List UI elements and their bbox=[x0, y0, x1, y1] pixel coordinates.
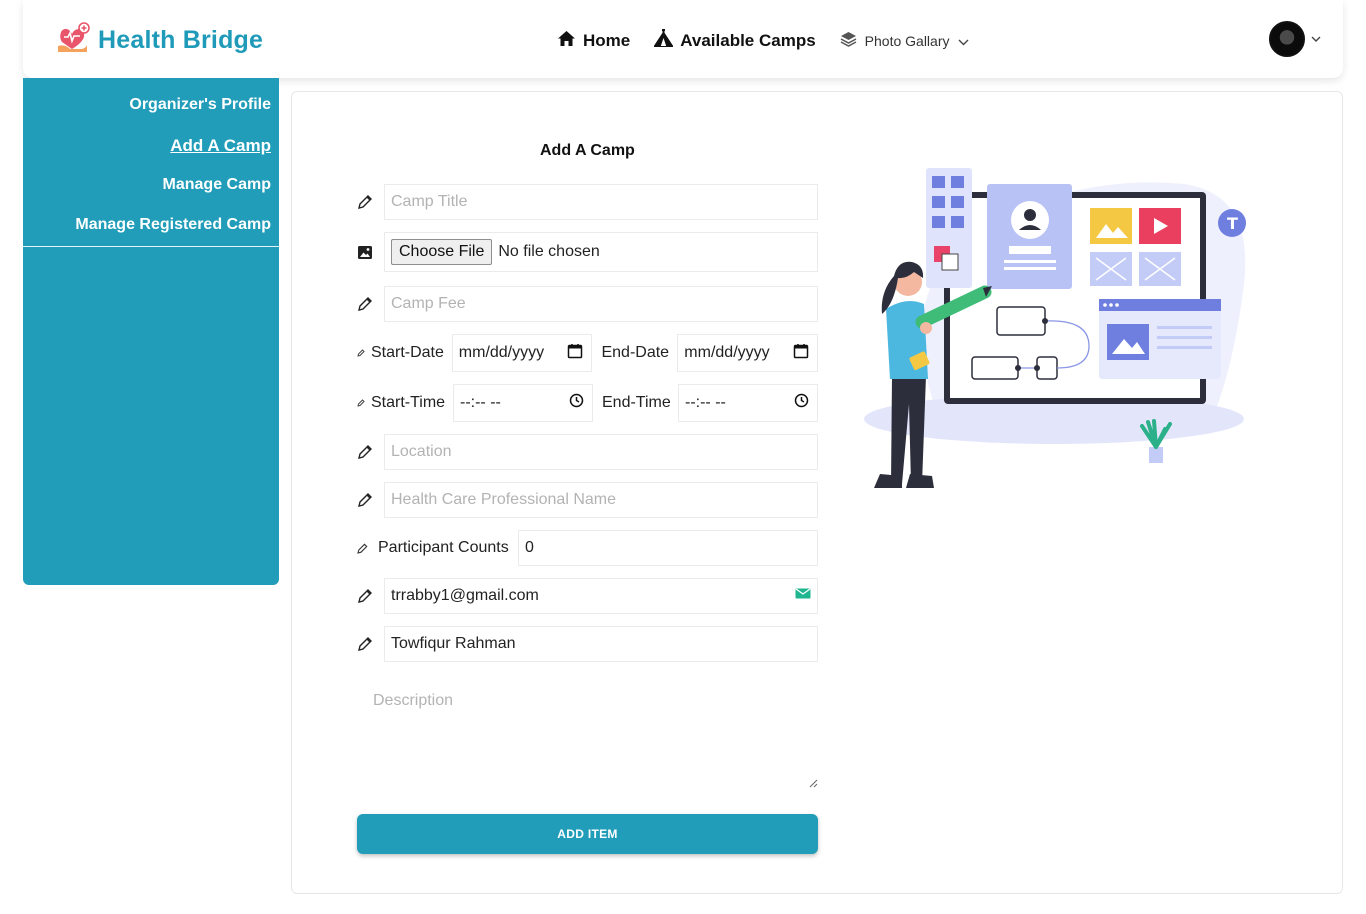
camp-fee-input[interactable]: Camp Fee bbox=[384, 286, 818, 322]
brand[interactable]: Health Bridge bbox=[56, 22, 263, 59]
nav-available-camps[interactable]: Available Camps bbox=[653, 29, 816, 52]
add-item-button[interactable]: ADD ITEM bbox=[357, 814, 818, 854]
svg-text:T: T bbox=[1227, 214, 1238, 233]
image-icon bbox=[357, 245, 384, 260]
camp-title-placeholder: Camp Title bbox=[391, 193, 468, 210]
camp-title-row: Camp Title bbox=[357, 184, 818, 220]
sidebar-item-add-a-camp[interactable]: Add A Camp bbox=[170, 136, 271, 156]
camp-image-file-input[interactable]: Choose File No file chosen bbox=[384, 232, 818, 272]
clock-icon[interactable] bbox=[569, 393, 584, 413]
camp-fee-placeholder: Camp Fee bbox=[391, 295, 466, 312]
camp-image-row: Choose File No file chosen bbox=[357, 232, 818, 272]
professional-row: Health Care Professional Name bbox=[357, 482, 818, 518]
professional-placeholder: Health Care Professional Name bbox=[391, 491, 616, 508]
end-time-value: --:-- -- bbox=[685, 394, 726, 411]
description-textarea[interactable]: Description bbox=[357, 683, 818, 795]
pencil-icon bbox=[357, 636, 384, 652]
sidebar-divider bbox=[23, 246, 279, 247]
file-status: No file chosen bbox=[498, 243, 600, 260]
location-placeholder: Location bbox=[391, 443, 452, 460]
calendar-icon[interactable] bbox=[567, 343, 583, 364]
start-time-input[interactable]: --:-- -- bbox=[453, 384, 593, 422]
home-icon bbox=[557, 30, 576, 52]
user-menu[interactable] bbox=[1269, 21, 1321, 57]
nav-photo-gallery-dropdown[interactable]: Photo Gallary bbox=[840, 31, 969, 50]
start-date-input[interactable]: mm/dd/yyyy bbox=[451, 334, 593, 372]
end-time-input[interactable]: --:-- -- bbox=[678, 384, 818, 422]
email-field[interactable]: trrabby1@gmail.com bbox=[384, 578, 818, 614]
time-row: Start-Time --:-- -- End-Time --:-- -- bbox=[357, 384, 818, 422]
dashboard-sidebar: Organizer's Profile Add A Camp Manage Ca… bbox=[23, 78, 279, 585]
start-date-value: mm/dd/yyyy bbox=[458, 344, 545, 361]
form-title: Add A Camp bbox=[540, 142, 635, 159]
start-time-label: Start-Time bbox=[371, 394, 446, 411]
health-care-professional-input[interactable]: Health Care Professional Name bbox=[384, 482, 818, 518]
sidebar-item-manage-registered-camp[interactable]: Manage Registered Camp bbox=[75, 216, 271, 234]
choose-file-button[interactable]: Choose File bbox=[391, 239, 493, 265]
pencil-icon bbox=[357, 444, 384, 460]
camp-title-input[interactable]: Camp Title bbox=[384, 184, 818, 220]
location-row: Location bbox=[357, 434, 818, 470]
add-camp-card: Add A Camp Camp Title Choose File No fil… bbox=[291, 91, 1343, 894]
start-time-value: --:-- -- bbox=[460, 394, 501, 411]
layers-icon bbox=[840, 31, 857, 50]
pencil-icon bbox=[357, 492, 384, 508]
nav-photo-gallery-label: Photo Gallary bbox=[864, 32, 950, 49]
description-placeholder: Description bbox=[373, 692, 454, 709]
end-date-input[interactable]: mm/dd/yyyy bbox=[677, 334, 818, 372]
clock-icon[interactable] bbox=[794, 393, 809, 413]
heart-hand-icon bbox=[56, 22, 90, 59]
end-time-label: End-Time bbox=[602, 394, 671, 411]
email-row: trrabby1@gmail.com bbox=[357, 578, 818, 614]
organizer-name-value: Towfiqur Rahman bbox=[391, 635, 516, 652]
nav-available-camps-label: Available Camps bbox=[680, 30, 816, 50]
brand-name: Health Bridge bbox=[98, 26, 264, 54]
top-navbar: Health Bridge Home Available Camps Photo… bbox=[23, 0, 1343, 78]
date-row: Start-Date mm/dd/yyyy End-Date mm/dd/yyy… bbox=[357, 334, 818, 372]
start-date-label: Start-Date bbox=[370, 344, 444, 361]
pencil-icon bbox=[357, 194, 384, 210]
design-illustration: T bbox=[854, 164, 1254, 499]
nav-home[interactable]: Home bbox=[557, 30, 630, 52]
resize-grip-icon[interactable] bbox=[808, 775, 818, 793]
tent-icon bbox=[653, 29, 675, 52]
pencil-icon bbox=[357, 399, 371, 407]
location-input[interactable]: Location bbox=[384, 434, 818, 470]
pencil-icon bbox=[357, 543, 378, 554]
end-date-value: mm/dd/yyyy bbox=[684, 344, 770, 361]
autofill-mail-icon[interactable] bbox=[795, 587, 811, 605]
main-nav: Home Available Camps Photo Gallary bbox=[557, 29, 969, 52]
pencil-icon bbox=[357, 296, 384, 312]
pencil-icon bbox=[357, 588, 384, 604]
email-value: trrabby1@gmail.com bbox=[391, 587, 539, 604]
participant-counts-label: Participant Counts bbox=[378, 539, 509, 556]
participant-row: Participant Counts 0 bbox=[357, 530, 818, 566]
avatar[interactable] bbox=[1269, 21, 1305, 57]
participant-counts-input[interactable]: 0 bbox=[518, 530, 818, 566]
chevron-down-icon bbox=[958, 33, 969, 49]
nav-home-label: Home bbox=[583, 30, 631, 50]
sidebar-item-manage-camp[interactable]: Manage Camp bbox=[163, 176, 271, 194]
sidebar-item-organizers-profile[interactable]: Organizer's Profile bbox=[129, 96, 271, 114]
chevron-down-icon bbox=[1311, 30, 1321, 48]
pencil-icon bbox=[357, 349, 371, 357]
organizer-name-field[interactable]: Towfiqur Rahman bbox=[384, 626, 818, 662]
calendar-icon[interactable] bbox=[793, 343, 809, 364]
participant-counts-value: 0 bbox=[525, 539, 534, 556]
end-date-label: End-Date bbox=[601, 344, 670, 361]
name-row: Towfiqur Rahman bbox=[357, 626, 818, 662]
camp-fee-row: Camp Fee bbox=[357, 286, 818, 322]
